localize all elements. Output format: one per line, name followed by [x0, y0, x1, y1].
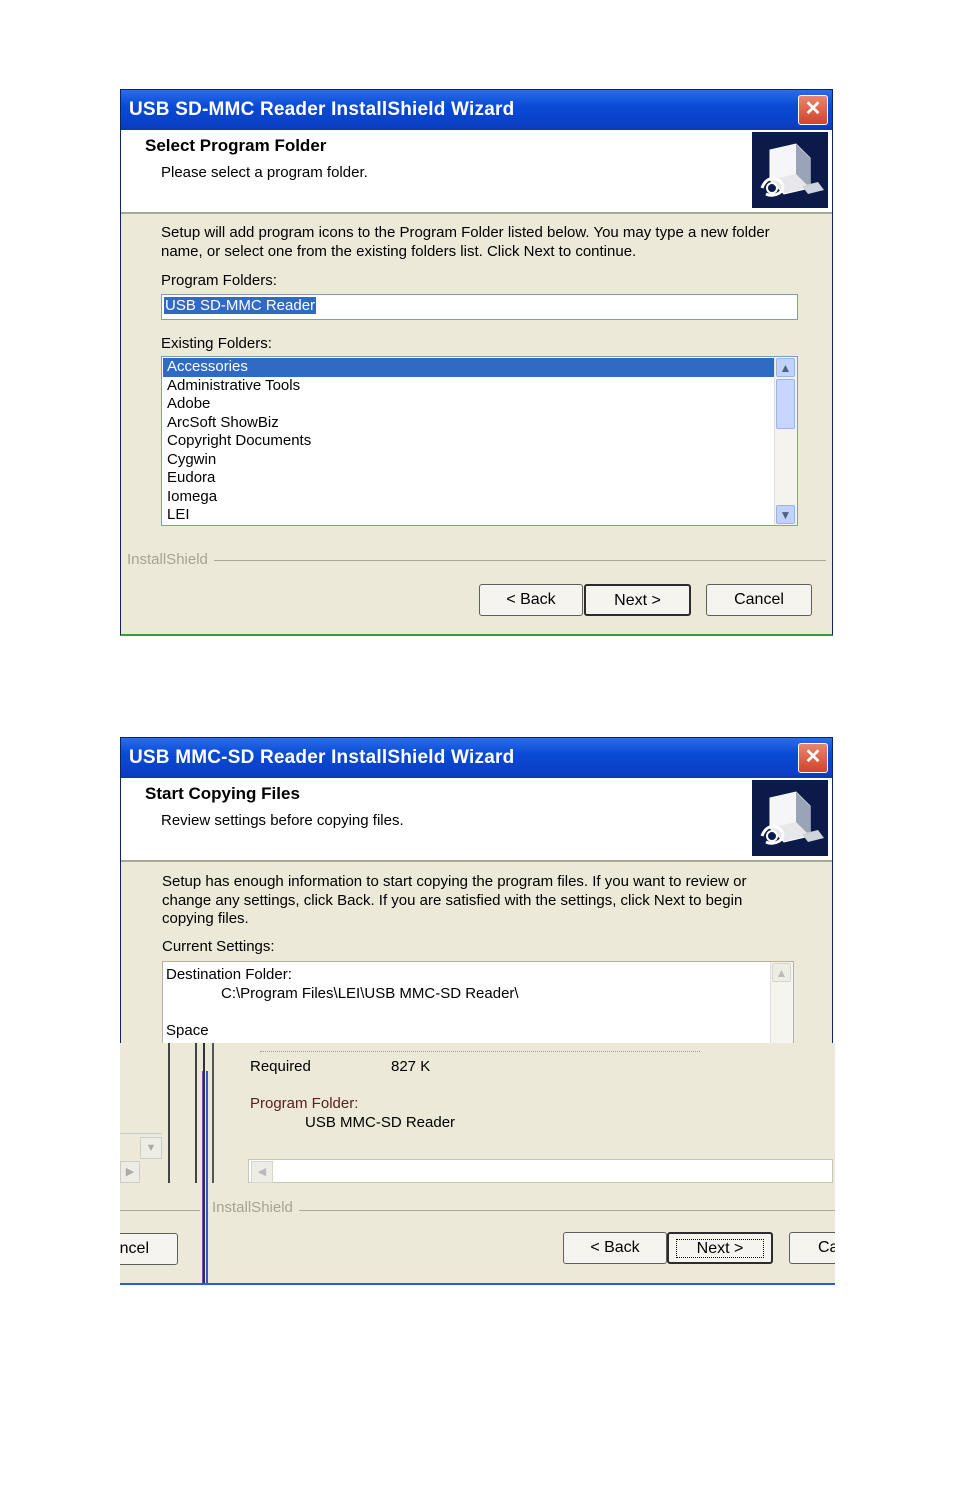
destination-folder-label: Destination Folder:: [166, 966, 292, 983]
glitched-render-region: Required 827 K Program Folder: USB MMC-S…: [120, 1043, 835, 1285]
cancel-button[interactable]: Cancel: [706, 584, 812, 616]
installer-computer-icon: [752, 132, 828, 208]
installshield-brand: InstallShield: [127, 551, 214, 568]
separator: [127, 560, 826, 561]
horizontal-scrollbar[interactable]: ◀: [248, 1159, 833, 1183]
window-title: USB MMC-SD Reader InstallShield Wizard: [129, 747, 515, 768]
required-label: Required: [250, 1058, 311, 1075]
folder-list-item[interactable]: Cygwin: [163, 451, 774, 470]
existing-folders-label: Existing Folders:: [161, 335, 272, 352]
wizard-header: Select Program Folder Please select a pr…: [121, 130, 832, 214]
space-label: Space: [166, 1022, 209, 1039]
title-bar[interactable]: USB MMC-SD Reader InstallShield Wizard: [121, 738, 832, 778]
page-subtitle: Please select a program folder.: [161, 164, 368, 181]
scroll-thumb[interactable]: [776, 379, 795, 429]
description-line-2: name, or select one from the existing fo…: [161, 243, 637, 260]
required-value: 827 K: [391, 1058, 431, 1075]
chevron-up-icon[interactable]: ▲: [776, 358, 795, 377]
separator: [120, 1210, 200, 1211]
next-button[interactable]: Next >: [667, 1232, 773, 1264]
close-icon[interactable]: ✕: [798, 95, 828, 125]
program-folder-input[interactable]: USB SD-MMC Reader: [161, 294, 798, 320]
next-button-label: Next >: [675, 1239, 765, 1258]
chevron-up-icon[interactable]: ▲: [772, 963, 791, 982]
chevron-right-icon: ▶: [120, 1161, 140, 1183]
program-folder-value: USB SD-MMC Reader: [164, 297, 317, 314]
folder-list-item[interactable]: Iomega: [163, 488, 774, 507]
back-button[interactable]: < Back: [563, 1232, 667, 1264]
folder-list-item[interactable]: Administrative Tools: [163, 377, 774, 396]
chevron-down-icon[interactable]: ▼: [776, 505, 795, 524]
cancel-button-fragment-right[interactable]: Ca: [789, 1232, 835, 1264]
program-folder-value: USB MMC-SD Reader: [305, 1114, 456, 1131]
back-button[interactable]: < Back: [479, 584, 583, 616]
installshield-brand: InstallShield: [212, 1199, 299, 1216]
existing-folders-list[interactable]: Accessories Administrative Tools Adobe ArcS…: [161, 356, 798, 526]
window-title: USB SD-MMC Reader InstallShield Wizard: [129, 99, 515, 120]
description-line-2: change any settings, click Back. If you …: [162, 892, 743, 909]
chevron-down-icon: ▼: [140, 1137, 162, 1159]
program-folder-label: Program Folder:: [250, 1095, 359, 1112]
folders-scrollbar[interactable]: ▲ ▼: [774, 357, 797, 525]
destination-folder-value: C:\Program Files\LEI\USB MMC-SD Reader\: [221, 985, 519, 1002]
chevron-left-icon[interactable]: ◀: [251, 1161, 273, 1183]
installshield-dialog-select-folder: USB SD-MMC Reader InstallShield Wizard ✕…: [120, 89, 833, 636]
page-title: Start Copying Files: [145, 784, 300, 803]
close-icon[interactable]: ✕: [798, 743, 828, 773]
cancel-button-fragment[interactable]: ncel: [120, 1233, 178, 1265]
page-title: Select Program Folder: [145, 136, 327, 155]
wizard-header: Start Copying Files Review settings befo…: [121, 778, 832, 862]
folder-list-item[interactable]: Copyright Documents: [163, 432, 774, 451]
folder-list-item[interactable]: ArcSoft ShowBiz: [163, 414, 774, 433]
page-subtitle: Review settings before copying files.: [161, 812, 404, 829]
next-button[interactable]: Next >: [584, 584, 691, 616]
description-line-1: Setup has enough information to start co…: [162, 873, 747, 890]
installer-computer-icon: [752, 780, 828, 856]
program-folders-label: Program Folders:: [161, 272, 277, 289]
description-line-3: copying files.: [162, 910, 249, 927]
title-bar[interactable]: USB SD-MMC Reader InstallShield Wizard: [121, 90, 832, 130]
folder-list-item[interactable]: Adobe: [163, 395, 774, 414]
current-settings-label: Current Settings:: [162, 938, 275, 955]
separator: [215, 1210, 835, 1211]
folder-list-item[interactable]: Eudora: [163, 469, 774, 488]
description-line-1: Setup will add program icons to the Prog…: [161, 224, 770, 241]
folder-list-item[interactable]: Accessories: [163, 358, 774, 377]
folder-list-item[interactable]: LEI: [163, 506, 774, 525]
